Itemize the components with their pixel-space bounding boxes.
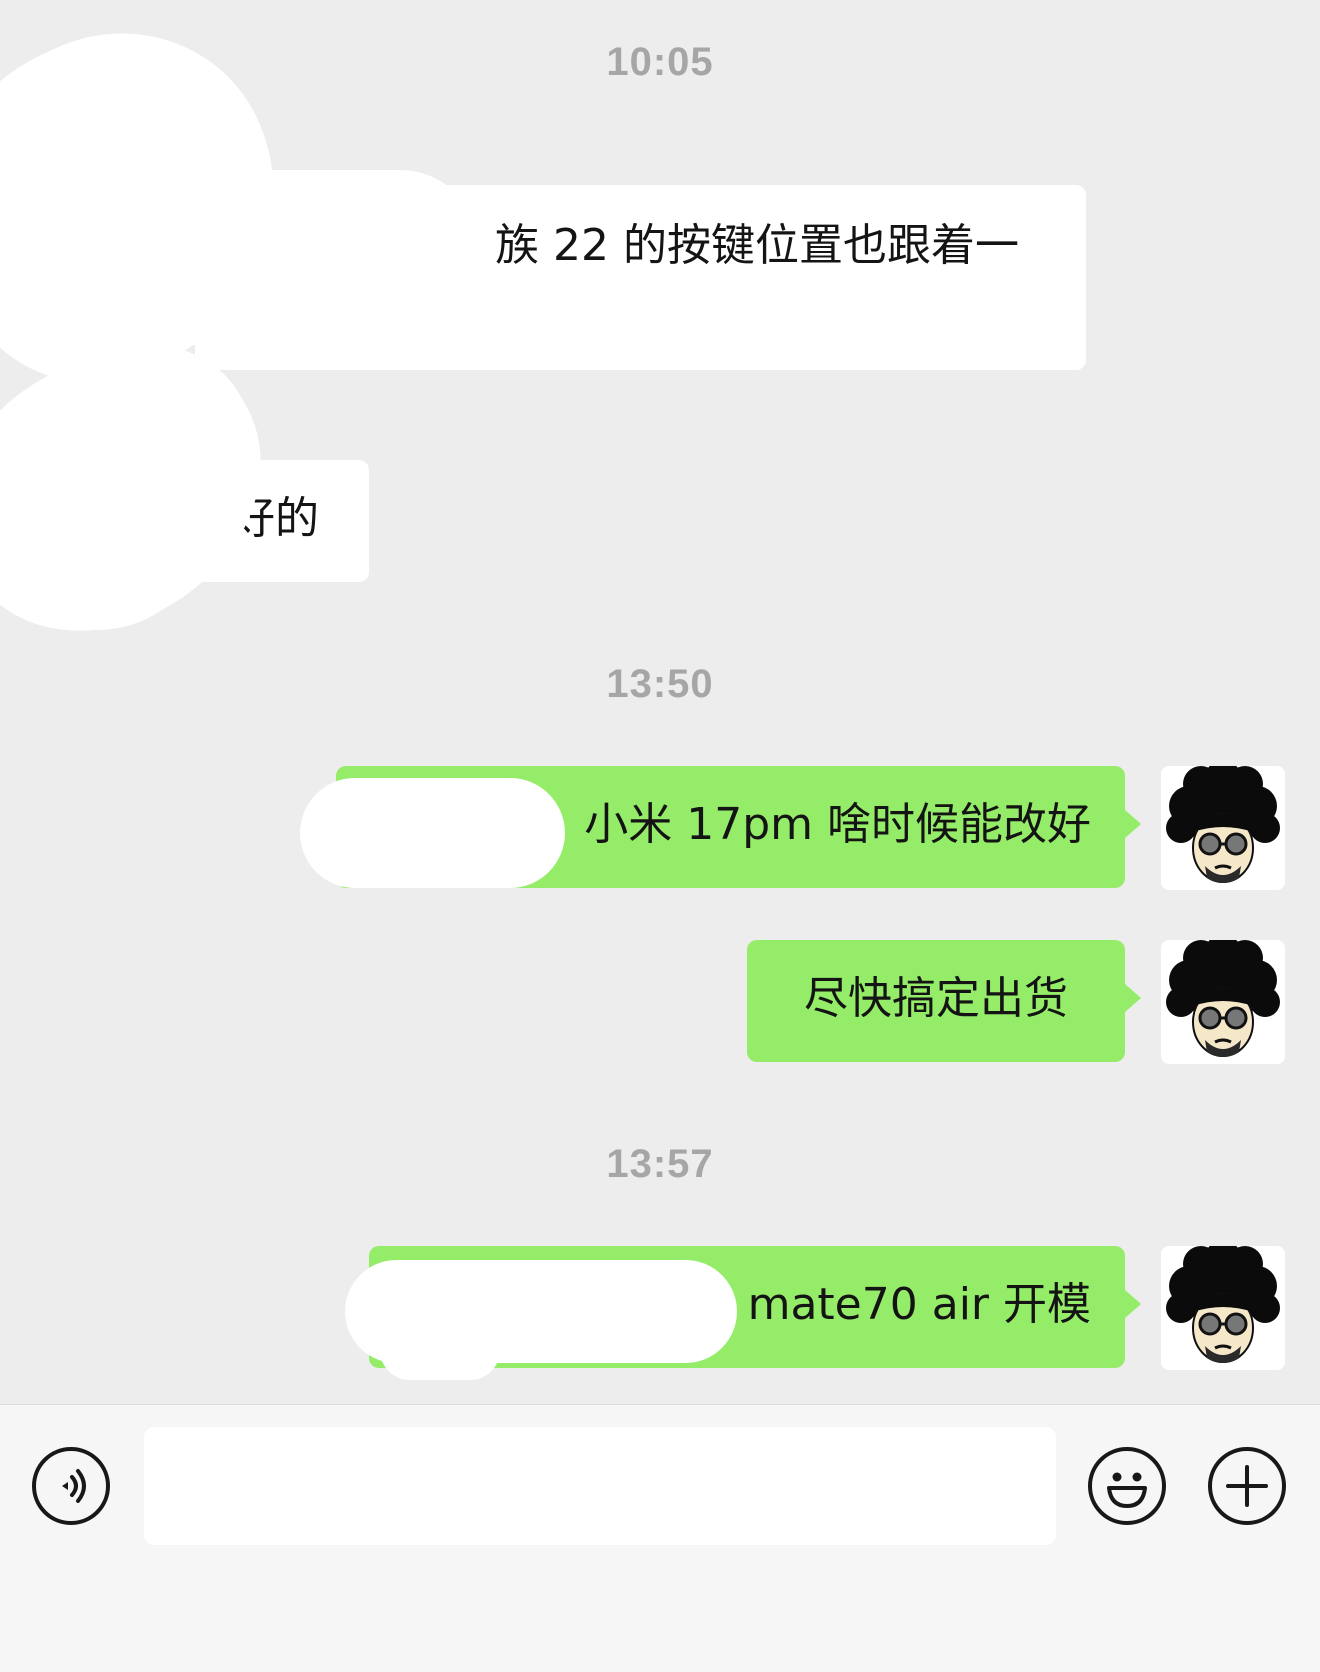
afro-avatar-icon (1166, 940, 1280, 1057)
message-text: 尽快搞定出货 (804, 973, 1068, 1024)
avatar[interactable] (1161, 1246, 1285, 1370)
emoji-icon (1107, 1472, 1147, 1508)
redaction-blot (300, 778, 565, 888)
voice-button[interactable] (32, 1447, 110, 1525)
input-bar (0, 1404, 1320, 1672)
avatar[interactable] (1161, 766, 1285, 890)
chat-history[interactable]: 10:05 族 22 的按键位置也跟着一 改哦 好的 13:50 小米 17pm… (0, 0, 1320, 1404)
afro-avatar-icon (1166, 766, 1280, 883)
afro-avatar-icon (1166, 1246, 1280, 1363)
redaction-blot (0, 170, 480, 345)
outgoing-message[interactable]: 尽快搞定出货 (747, 940, 1141, 1062)
voice-icon (62, 1469, 86, 1503)
timestamp: 13:57 (606, 1142, 714, 1186)
plus-icon (1226, 1465, 1268, 1507)
emoji-button[interactable] (1088, 1447, 1166, 1525)
redaction-blot (380, 1320, 500, 1380)
timestamp: 13:50 (606, 662, 714, 706)
redaction-blot (0, 430, 200, 630)
message-input[interactable] (144, 1427, 1056, 1545)
avatar[interactable] (1161, 940, 1285, 1064)
plus-button[interactable] (1208, 1447, 1286, 1525)
